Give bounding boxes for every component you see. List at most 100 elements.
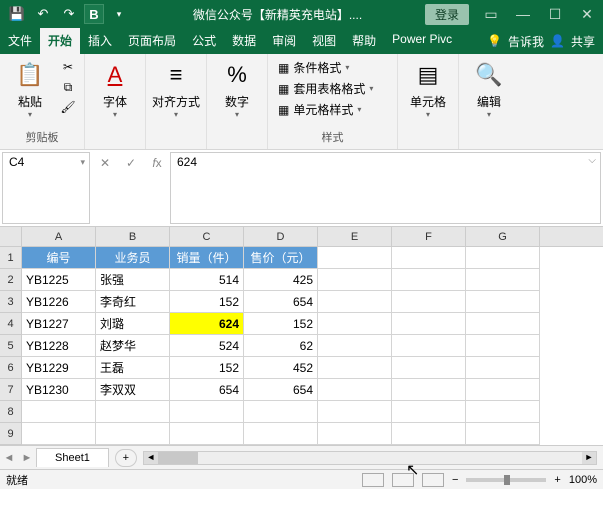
cell[interactable] bbox=[392, 313, 466, 335]
cell[interactable] bbox=[466, 423, 540, 445]
zoom-slider[interactable] bbox=[466, 478, 546, 482]
col-header-B[interactable]: B bbox=[96, 227, 170, 246]
cell-name[interactable]: 李奇红 bbox=[96, 291, 170, 313]
cell[interactable] bbox=[466, 401, 540, 423]
row-header-4[interactable]: 4 bbox=[0, 313, 21, 335]
cut-icon[interactable]: ✂ bbox=[58, 58, 78, 76]
col-header-E[interactable]: E bbox=[318, 227, 392, 246]
cell[interactable] bbox=[22, 401, 96, 423]
number-button[interactable]: % 数字 ▾ bbox=[213, 58, 261, 120]
select-all-corner[interactable] bbox=[0, 227, 21, 247]
cell[interactable] bbox=[318, 423, 392, 445]
fx-icon[interactable]: fx bbox=[144, 153, 170, 173]
cells-button[interactable]: ▤ 单元格 ▾ bbox=[404, 58, 452, 120]
cell[interactable] bbox=[318, 335, 392, 357]
col-header-D[interactable]: D bbox=[244, 227, 318, 246]
cancel-icon[interactable]: ✕ bbox=[92, 153, 118, 173]
enter-icon[interactable]: ✓ bbox=[118, 153, 144, 173]
cell[interactable] bbox=[466, 291, 540, 313]
cell[interactable] bbox=[96, 401, 170, 423]
cell-name[interactable]: 赵梦华 bbox=[96, 335, 170, 357]
paste-button[interactable]: 📋 粘贴 ▾ bbox=[6, 58, 54, 120]
format-painter-icon[interactable]: 🖌 bbox=[58, 98, 78, 116]
minimize-icon[interactable]: — bbox=[507, 0, 539, 28]
cell[interactable] bbox=[318, 313, 392, 335]
tab-view[interactable]: 视图 bbox=[304, 28, 344, 54]
cell[interactable] bbox=[318, 269, 392, 291]
font-button[interactable]: A 字体 ▾ bbox=[91, 58, 139, 120]
cell-qty[interactable]: 624 bbox=[170, 313, 244, 335]
conditional-format-button[interactable]: ▦条件格式▾ bbox=[274, 58, 391, 77]
sheet-nav-prev-icon[interactable]: ◄ bbox=[0, 452, 18, 464]
sheet-nav-next-icon[interactable]: ► bbox=[18, 452, 36, 464]
cell-qty[interactable]: 152 bbox=[170, 291, 244, 313]
tell-me-label[interactable]: 告诉我 bbox=[508, 33, 544, 50]
cell[interactable] bbox=[244, 401, 318, 423]
header-cell[interactable]: 销量（件） bbox=[170, 247, 244, 269]
cell-price[interactable]: 62 bbox=[244, 335, 318, 357]
close-icon[interactable]: ✕ bbox=[571, 0, 603, 28]
header-cell[interactable]: 业务员 bbox=[96, 247, 170, 269]
row-header-7[interactable]: 7 bbox=[0, 379, 21, 401]
share-label[interactable]: 共享 bbox=[571, 33, 595, 50]
header-cell[interactable]: 编号 bbox=[22, 247, 96, 269]
col-header-C[interactable]: C bbox=[170, 227, 244, 246]
cell-styles-button[interactable]: ▦单元格样式▾ bbox=[274, 100, 391, 119]
login-button[interactable]: 登录 bbox=[425, 4, 469, 25]
cell[interactable] bbox=[170, 401, 244, 423]
cell-name[interactable]: 王磊 bbox=[96, 357, 170, 379]
cell[interactable] bbox=[244, 423, 318, 445]
cell-price[interactable]: 152 bbox=[244, 313, 318, 335]
cell[interactable] bbox=[466, 357, 540, 379]
worksheet-grid[interactable]: 123456789 ABCDEFG 编号业务员销量（件）售价（元）YB1225张… bbox=[0, 227, 603, 445]
cell-qty[interactable]: 152 bbox=[170, 357, 244, 379]
row-header-2[interactable]: 2 bbox=[0, 269, 21, 291]
cell-id[interactable]: YB1225 bbox=[22, 269, 96, 291]
tab-file[interactable]: 文件 bbox=[0, 28, 40, 54]
cell-name[interactable]: 刘璐 bbox=[96, 313, 170, 335]
cell[interactable] bbox=[22, 423, 96, 445]
cell[interactable] bbox=[466, 313, 540, 335]
tab-powerpivot[interactable]: Power Pivc bbox=[384, 28, 460, 54]
col-header-F[interactable]: F bbox=[392, 227, 466, 246]
qat-dropdown-icon[interactable]: ▾ bbox=[108, 3, 130, 25]
tab-data[interactable]: 数据 bbox=[224, 28, 264, 54]
cell[interactable] bbox=[318, 379, 392, 401]
row-header-8[interactable]: 8 bbox=[0, 401, 21, 423]
zoom-level[interactable]: 100% bbox=[569, 474, 597, 486]
cell-name[interactable]: 张强 bbox=[96, 269, 170, 291]
ribbon-options-icon[interactable]: ▭ bbox=[475, 0, 507, 28]
alignment-button[interactable]: ≡ 对齐方式 ▾ bbox=[152, 58, 200, 120]
cell[interactable] bbox=[96, 423, 170, 445]
cell[interactable] bbox=[392, 423, 466, 445]
zoom-in-icon[interactable]: + bbox=[554, 474, 560, 486]
undo-icon[interactable]: ↶ bbox=[32, 3, 54, 25]
tab-insert[interactable]: 插入 bbox=[80, 28, 120, 54]
cell[interactable] bbox=[466, 269, 540, 291]
cell[interactable] bbox=[392, 335, 466, 357]
share-icon[interactable]: 👤 bbox=[550, 34, 565, 48]
copy-icon[interactable]: ⧉ bbox=[58, 78, 78, 96]
view-layout-icon[interactable] bbox=[392, 473, 414, 487]
tab-home[interactable]: 开始 bbox=[40, 28, 80, 54]
horizontal-scrollbar[interactable]: ◄ ► bbox=[143, 451, 597, 465]
cell-price[interactable]: 654 bbox=[244, 291, 318, 313]
maximize-icon[interactable]: ☐ bbox=[539, 0, 571, 28]
col-header-G[interactable]: G bbox=[466, 227, 540, 246]
cell-qty[interactable]: 654 bbox=[170, 379, 244, 401]
sheet-tab-1[interactable]: Sheet1 bbox=[36, 448, 109, 467]
editing-button[interactable]: 🔍 编辑 ▾ bbox=[465, 58, 513, 120]
cell[interactable] bbox=[466, 379, 540, 401]
zoom-out-icon[interactable]: − bbox=[452, 474, 458, 486]
bold-indicator[interactable]: B bbox=[84, 4, 104, 24]
view-pagebreak-icon[interactable] bbox=[422, 473, 444, 487]
row-header-3[interactable]: 3 bbox=[0, 291, 21, 313]
name-box[interactable]: C4 ▾ bbox=[2, 152, 90, 224]
cell[interactable] bbox=[392, 379, 466, 401]
add-sheet-button[interactable]: + bbox=[115, 449, 137, 467]
tab-formulas[interactable]: 公式 bbox=[184, 28, 224, 54]
cell[interactable] bbox=[170, 423, 244, 445]
cell[interactable] bbox=[318, 247, 392, 269]
col-header-A[interactable]: A bbox=[22, 227, 96, 246]
scroll-right-icon[interactable]: ► bbox=[582, 452, 596, 464]
